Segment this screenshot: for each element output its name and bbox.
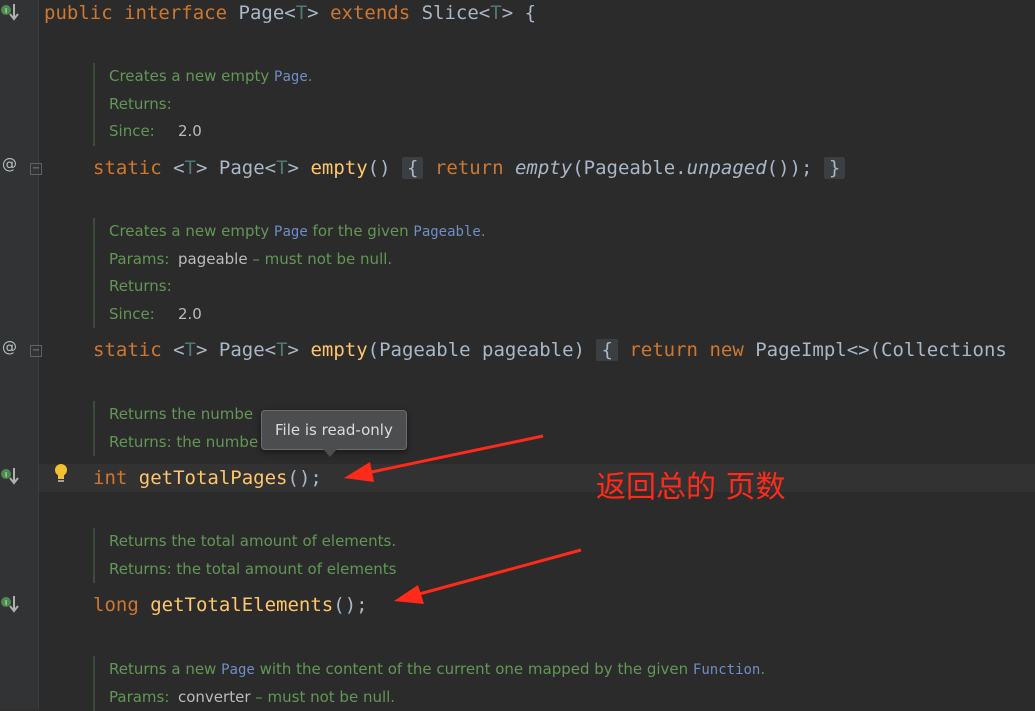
arrow-to-get-total-pages [344,436,543,482]
annotation-arrows [0,0,1035,710]
arrow-to-get-total-elements [394,550,581,604]
